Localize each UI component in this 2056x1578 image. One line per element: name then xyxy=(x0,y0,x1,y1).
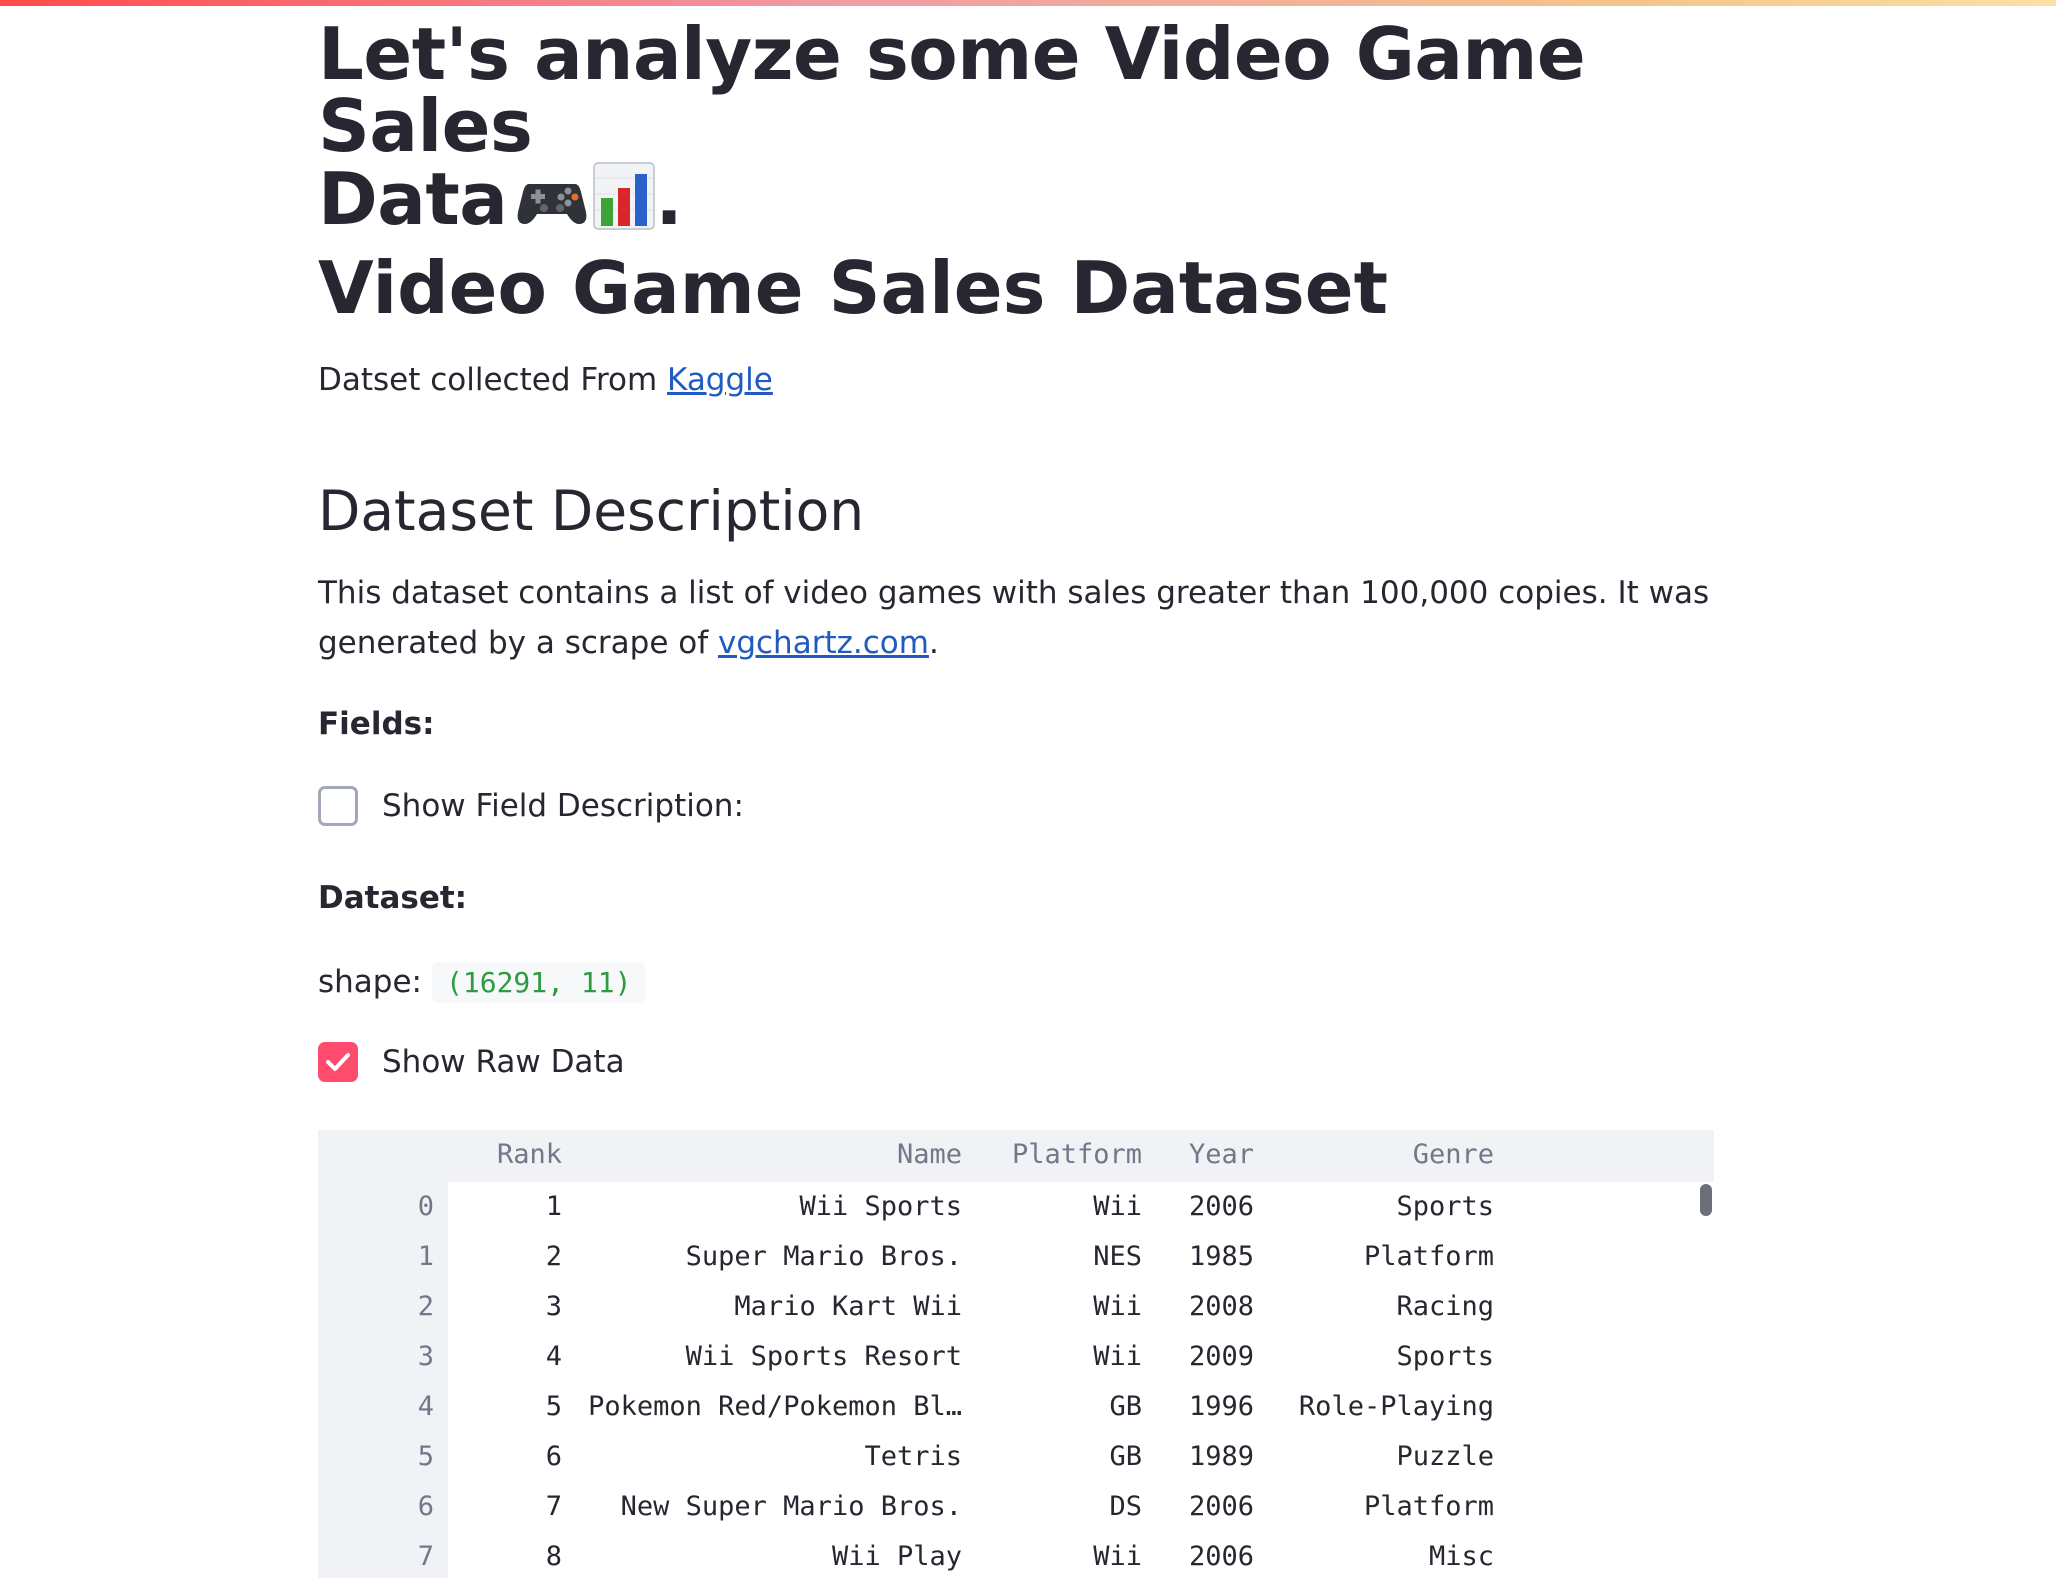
page-title-line1: Let's analyze some Video Game Sales xyxy=(318,12,1586,168)
kaggle-link[interactable]: Kaggle xyxy=(667,362,773,398)
table-cell-genre[interactable]: Platform xyxy=(1364,1482,1494,1532)
description-part2: . xyxy=(928,625,939,661)
table-cell-genre[interactable]: Platform xyxy=(1364,1232,1494,1282)
page-title: Let's analyze some Video Game Sales Data xyxy=(318,18,1714,241)
table-cell-rank[interactable]: 6 xyxy=(546,1432,562,1482)
column-header-genre[interactable]: Genre xyxy=(1413,1130,1494,1180)
dataset-label: Dataset: xyxy=(318,880,468,916)
table-cell-name[interactable]: Wii Sports Resort xyxy=(686,1332,962,1382)
raw-data-label: Show Raw Data xyxy=(382,1044,625,1080)
field-description-label: Show Field Description: xyxy=(382,788,744,824)
show-field-description-checkbox[interactable]: Show Field Description: xyxy=(318,784,744,828)
bar-chart-icon xyxy=(593,162,656,241)
row-index: 2 xyxy=(417,1291,434,1322)
column-header-name[interactable]: Name xyxy=(897,1130,962,1180)
table-cell-rank[interactable]: 4 xyxy=(546,1332,562,1382)
table-cell-platform[interactable]: Wii xyxy=(1093,1282,1142,1332)
table-cell-genre[interactable]: Misc xyxy=(1429,1532,1494,1578)
checkbox-checked-icon[interactable] xyxy=(318,1042,358,1082)
dataset-source: Datset collected From Kaggle xyxy=(318,360,773,400)
table-cell-genre[interactable]: Racing xyxy=(1396,1282,1494,1332)
table-cell-rank[interactable]: 2 xyxy=(546,1232,562,1282)
description-part1: This dataset contains a list of video ga… xyxy=(318,575,1710,661)
table-cell-name[interactable]: Mario Kart Wii xyxy=(734,1282,962,1332)
row-index: 1 xyxy=(417,1241,434,1272)
table-cell-rank[interactable]: 7 xyxy=(546,1482,562,1532)
table-cell-name[interactable]: Tetris xyxy=(864,1432,962,1482)
source-prefix: Datset collected From xyxy=(318,362,668,398)
column-header-platform[interactable]: Platform xyxy=(1012,1130,1142,1180)
table-cell-year[interactable]: 1985 xyxy=(1189,1232,1254,1282)
table-cell-name[interactable]: Super Mario Bros. xyxy=(686,1232,962,1282)
table-cell-rank[interactable]: 5 xyxy=(546,1382,562,1432)
show-raw-data-checkbox[interactable]: Show Raw Data xyxy=(318,1040,625,1084)
column-header-rank[interactable]: Rank xyxy=(497,1130,562,1180)
table-cell-platform[interactable]: NES xyxy=(1093,1232,1142,1282)
page-title-line2: Data xyxy=(318,157,508,241)
row-index: 6 xyxy=(417,1491,434,1522)
table-cell-platform[interactable]: DS xyxy=(1109,1482,1142,1532)
table-cell-platform[interactable]: Wii xyxy=(1093,1182,1142,1232)
table-cell-genre[interactable]: Puzzle xyxy=(1396,1432,1494,1482)
column-header-year[interactable]: Year xyxy=(1189,1130,1254,1180)
table-cell-platform[interactable]: Wii xyxy=(1093,1532,1142,1578)
table-cell-year[interactable]: 2006 xyxy=(1189,1182,1254,1232)
table-cell-platform[interactable]: GB xyxy=(1109,1382,1142,1432)
table-cell-name[interactable]: Pokemon Red/Pokemon Bl… xyxy=(588,1382,962,1432)
top-decoration-bar xyxy=(0,0,2056,6)
table-cell-year[interactable]: 2008 xyxy=(1189,1282,1254,1332)
table-cell-rank[interactable]: 8 xyxy=(546,1532,562,1578)
table-cell-rank[interactable]: 3 xyxy=(546,1282,562,1332)
vgchartz-link[interactable]: vgchartz.com xyxy=(718,625,929,661)
description-text: This dataset contains a list of video ga… xyxy=(318,568,1714,668)
row-index: 0 xyxy=(417,1191,434,1222)
shape-value: (16291, 11) xyxy=(432,961,646,1003)
shape-label: shape: xyxy=(318,964,422,1000)
page-title-suffix: . xyxy=(655,157,683,241)
raw-data-table[interactable]: Rank Name Platform Year Genre 0 1 Wii Sports Wii… xyxy=(318,1130,1714,1578)
table-cell-year[interactable]: 2006 xyxy=(1189,1482,1254,1532)
table-cell-rank[interactable]: 1 xyxy=(546,1182,562,1232)
table-scrollbar[interactable] xyxy=(1700,1184,1712,1216)
table-cell-genre[interactable]: Role-Playing xyxy=(1299,1382,1494,1432)
table-cell-platform[interactable]: Wii xyxy=(1093,1332,1142,1382)
shape-row: shape: (16291, 11) xyxy=(318,958,646,1006)
table-cell-name[interactable]: New Super Mario Bros. xyxy=(621,1482,962,1532)
row-index: 4 xyxy=(417,1391,434,1422)
table-cell-name[interactable]: Wii Sports xyxy=(799,1182,962,1232)
row-index: 3 xyxy=(417,1341,434,1372)
table-cell-year[interactable]: 2009 xyxy=(1189,1332,1254,1382)
table-cell-name[interactable]: Wii Play xyxy=(832,1532,962,1578)
table-cell-genre[interactable]: Sports xyxy=(1396,1332,1494,1382)
table-cell-year[interactable]: 2006 xyxy=(1189,1532,1254,1578)
game-controller-icon xyxy=(515,166,589,241)
table-cell-platform[interactable]: GB xyxy=(1109,1432,1142,1482)
dataset-heading: Video Game Sales Dataset xyxy=(318,246,1388,330)
table-cell-year[interactable]: 1989 xyxy=(1189,1432,1254,1482)
checkbox-unchecked-icon[interactable] xyxy=(318,786,358,826)
table-cell-genre[interactable]: Sports xyxy=(1396,1182,1494,1232)
table-cell-year[interactable]: 1996 xyxy=(1189,1382,1254,1432)
description-heading: Dataset Description xyxy=(318,479,865,543)
row-index: 7 xyxy=(417,1541,434,1572)
fields-label: Fields: xyxy=(318,706,435,742)
row-index: 5 xyxy=(417,1441,434,1472)
